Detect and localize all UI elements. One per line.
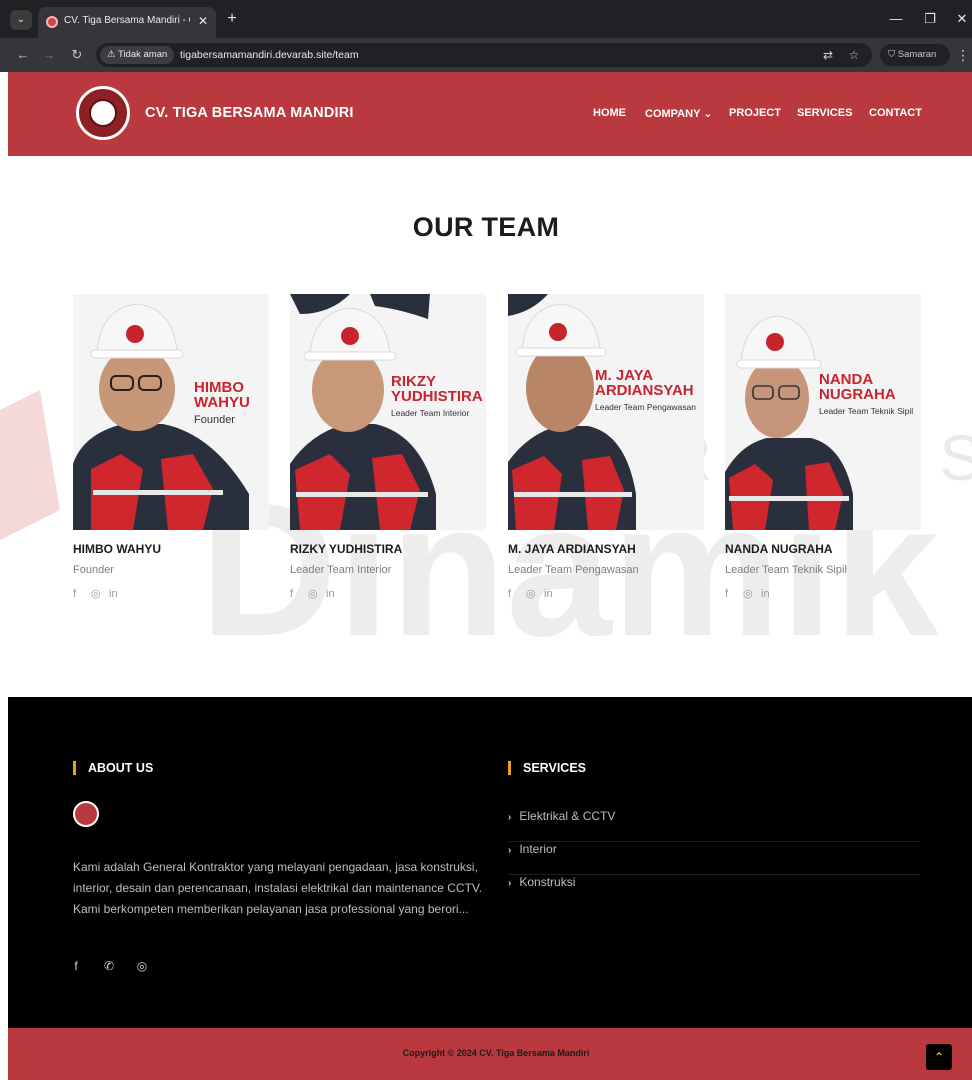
translate-icon[interactable]: ⇄ [820, 46, 836, 64]
service-item[interactable]: › Interior [508, 842, 920, 875]
member-socials: f ◎ in [508, 587, 562, 601]
team-photo[interactable] [508, 294, 704, 530]
member-name: HIMBO WAHYU [73, 542, 161, 556]
company-logo[interactable] [76, 86, 130, 140]
facebook-icon[interactable]: f [725, 588, 743, 600]
brand-name[interactable]: CV. TIGA BERSAMA MANDIRI [145, 105, 354, 121]
member-socials: f ◎ in [725, 587, 779, 601]
service-label: Interior [519, 842, 557, 856]
chevron-right-icon: › [508, 812, 512, 823]
linkedin-icon[interactable]: in [326, 588, 344, 600]
linkedin-icon[interactable]: in [544, 588, 562, 600]
incognito-profile-chip[interactable]: ⛉ Samaran [880, 44, 950, 66]
favicon-icon [46, 16, 58, 28]
footer-logo [73, 801, 99, 827]
bookmark-star-icon[interactable]: ☆ [846, 46, 862, 64]
copyright-bar: Copyright © 2024 CV. Tiga Bersama Mandir… [8, 1028, 972, 1080]
site-header: CV. TIGA BERSAMA MANDIRI HOME COMPANY ⌄ … [8, 72, 972, 156]
url-text[interactable]: tigabersamamandiri.devarab.site/team [180, 47, 359, 63]
photo-name-line1: RIKZY [391, 373, 436, 390]
service-label: Elektrikal & CCTV [519, 809, 616, 823]
forward-icon[interactable]: → [40, 45, 58, 65]
nav-company[interactable]: COMPANY ⌄ [645, 107, 712, 120]
browser-menu-icon[interactable]: ⋮ [956, 45, 970, 65]
photo-name-line2: YUDHISTIRA [391, 388, 483, 405]
team-card: RIZKY YUDHISTIRA Leader Team Interior f ◎… [290, 294, 486, 614]
nav-services[interactable]: SERVICES [797, 107, 852, 119]
photo-name-line2: WAHYU [194, 394, 250, 411]
member-role: Leader Team Interior [290, 564, 392, 576]
photo-role: Leader Team Pengawasan [595, 402, 696, 412]
photo-role: Leader Team Teknik Sipil [819, 406, 914, 416]
tab-list-icon[interactable]: ⌄ [10, 10, 32, 30]
instagram-icon[interactable]: ◎ [91, 587, 109, 600]
facebook-icon[interactable]: f [73, 588, 91, 600]
about-text: Kami adalah General Kontraktor yang mela… [73, 860, 483, 916]
team-card: M. JAYA ARDIANSYAH Leader Team Pengawasa… [508, 294, 704, 614]
chevron-right-icon: › [508, 878, 512, 889]
back-icon[interactable]: ← [14, 45, 32, 65]
instagram-icon[interactable]: ◎ [526, 587, 544, 600]
linkedin-icon[interactable]: in [761, 588, 779, 600]
instagram-icon[interactable]: ◎ [308, 587, 326, 600]
photo-name-line2: ARDIANSYAH [595, 382, 694, 399]
instagram-icon[interactable]: ◎ [132, 959, 152, 973]
new-tab-icon[interactable]: + [224, 10, 240, 28]
service-item[interactable]: › Elektrikal & CCTV [508, 809, 920, 842]
member-role: Founder [73, 564, 114, 576]
service-item[interactable]: › Konstruksi [508, 875, 920, 908]
instagram-icon[interactable]: ◎ [743, 587, 761, 600]
nav-home[interactable]: HOME [593, 107, 626, 119]
address-bar: ← → ↻ ⚠ Tidak aman tigabersamamandiri.de… [0, 38, 972, 72]
logo-emblem-icon [89, 99, 117, 127]
team-photo[interactable] [73, 294, 269, 530]
facebook-icon[interactable]: f [290, 588, 308, 600]
member-name: NANDA NUGRAHA [725, 542, 833, 556]
nav-project[interactable]: PROJECT [729, 107, 781, 119]
back-to-top-button[interactable]: ⌃ [926, 1044, 952, 1070]
browser-tab-bar: ⌄ CV. Tiga Bersama Mandiri - Our ✕ + — ❐… [0, 0, 972, 38]
minimize-icon[interactable]: — [886, 9, 906, 29]
about-heading: ABOUT US [73, 761, 153, 775]
reload-icon[interactable]: ↻ [68, 45, 86, 65]
restore-icon[interactable]: ❐ [920, 9, 940, 29]
browser-tab[interactable]: CV. Tiga Bersama Mandiri - Our ✕ [38, 7, 216, 38]
whatsapp-icon[interactable]: ✆ [99, 959, 119, 973]
photo-name-line1: M. JAYA [595, 367, 654, 384]
tab-close-icon[interactable]: ✕ [196, 13, 210, 29]
team-card: NANDA NUGRAHA Leader Team Teknik Sipil f… [725, 294, 921, 614]
incognito-icon: ⛉ [888, 49, 896, 60]
linkedin-icon[interactable]: in [109, 588, 127, 600]
chevron-right-icon: › [508, 845, 512, 856]
photo-name-line1: HIMBO [194, 379, 244, 396]
omnibox[interactable]: ⚠ Tidak aman tigabersamamandiri.devarab.… [96, 43, 872, 67]
tab-title: CV. Tiga Bersama Mandiri - Our [64, 15, 190, 26]
photo-name-line2: NUGRAHA [819, 386, 896, 403]
member-name: M. JAYA ARDIANSYAH [508, 542, 636, 556]
member-socials: f ◎ in [290, 587, 344, 601]
services-heading: SERVICES [508, 761, 586, 775]
member-role: Leader Team Pengawasan [508, 564, 639, 576]
profile-label: Samaran [897, 49, 937, 60]
facebook-icon[interactable]: f [508, 588, 526, 600]
page-title: OUR TEAM [412, 212, 560, 242]
facebook-icon[interactable]: f [66, 959, 86, 973]
photo-role: Founder [194, 414, 235, 426]
member-name: RIZKY YUDHISTIRA [290, 542, 403, 556]
nav-contact[interactable]: CONTACT [869, 107, 922, 119]
close-window-icon[interactable]: ✕ [952, 9, 972, 29]
site-footer: ABOUT US Kami adalah General Kontraktor … [8, 697, 972, 1028]
service-label: Konstruksi [519, 875, 576, 889]
security-indicator[interactable]: ⚠ Tidak aman [100, 46, 175, 64]
member-role: Leader Team Teknik Sipil [725, 564, 847, 576]
copyright-text: Copyright © 2024 CV. Tiga Bersama Mandir… [402, 1048, 590, 1058]
team-card: HIMBO WAHYU Founder f ◎ in [73, 294, 269, 614]
photo-name-line1: NANDA [819, 371, 874, 388]
member-socials: f ◎ in [73, 587, 127, 601]
watermark-shape [0, 390, 60, 540]
photo-role: Leader Team Interior [391, 408, 470, 418]
